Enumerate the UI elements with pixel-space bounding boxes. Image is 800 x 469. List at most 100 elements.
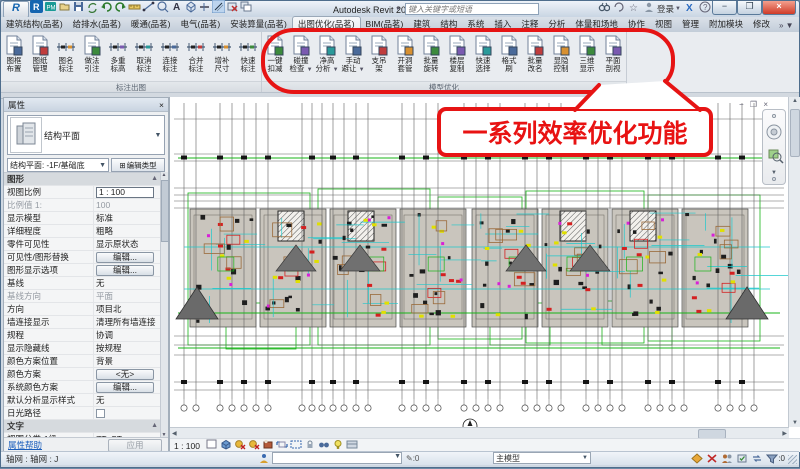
ribbon-button-取消标注[interactable]: 取消标注 [131,32,157,81]
ribbon-button-支吊架[interactable]: 支吊架 [366,32,392,81]
undo-icon[interactable] [100,0,113,13]
show-crop-icon[interactable] [290,439,302,450]
signin-label[interactable]: 登录 [657,3,674,15]
unlocked-icon[interactable] [304,439,316,450]
exchange-apps-icon[interactable]: X [684,0,696,18]
redo-icon[interactable] [114,0,127,13]
tab-10[interactable]: 系统 [462,17,489,32]
design-option-combo[interactable]: 主模型 ▼ [493,452,591,464]
tab-6[interactable]: 出图优化(品茗) [292,16,361,32]
resize-grip[interactable] [788,455,797,464]
swap-icon[interactable] [751,453,763,464]
tab-5[interactable]: 安装算量(品茗) [225,17,292,32]
workset-combo[interactable]: ▼ [272,452,402,464]
maximize-button[interactable]: ❐ [737,1,762,15]
edit-type-button[interactable]: ⊞ 编辑类型 [111,158,165,172]
ribbon-button-做法引注[interactable]: 做法引注 [79,32,105,81]
infocenter-flyout-icon[interactable]: ▸ [397,4,401,12]
property-value[interactable]: 显示原状态 [93,238,161,250]
ribbon-button-图名标注[interactable]: 图名标注 [53,32,79,81]
section-icon[interactable] [198,0,211,13]
ribbon-button-开洞套管[interactable]: 开洞套管 [392,32,418,81]
render-icon[interactable] [262,439,274,450]
ribbon-button-格式刷[interactable]: 格式刷 [496,32,522,81]
tab-1[interactable]: 建筑结构(品茗) [1,17,68,32]
crop-view-icon[interactable] [276,439,288,450]
tag-icon[interactable] [156,0,169,13]
editable-only-icon[interactable]: ✎:0 [406,454,419,463]
property-value[interactable]: 100 [93,199,161,211]
chevron-down-icon[interactable]: ▼ [152,132,164,139]
minimize-button[interactable]: − [712,1,737,15]
ribbon-button-连接标注[interactable]: 连接标注 [157,32,183,81]
property-value[interactable]: 无 [93,394,161,406]
text-icon[interactable]: A [170,0,183,13]
ribbon-button-图纸管理[interactable]: 图纸管理 [27,32,53,81]
open-icon[interactable] [58,0,71,13]
signin-person-icon[interactable] [643,0,655,18]
ribbon-button-三维显示[interactable]: 三维显示 [574,32,600,81]
ribbon-button-批量旋转[interactable]: 批量旋转 [418,32,444,81]
properties-scrollbar[interactable]: ▲▼ [160,172,168,438]
ribbon-button-快速选择[interactable]: 快速选择 [470,32,496,81]
property-value-button[interactable]: 编辑... [96,265,154,276]
tab-18[interactable]: 附加模块 [704,17,748,32]
filter-icon[interactable] [766,453,778,464]
crop-size-icon[interactable] [206,439,218,450]
property-value[interactable]: 粗略 [93,225,161,237]
favorites-star-icon[interactable]: ☆ [628,0,640,18]
measure-icon[interactable] [128,0,141,13]
property-value[interactable]: 无 [93,277,161,289]
ribbon-button-一键扣减[interactable]: 一键扣减 [262,32,288,81]
property-value[interactable]: 背景 [93,355,161,367]
pinming-menu-icon[interactable]: PM [44,0,57,13]
tab-9[interactable]: 结构 [435,17,462,32]
instance-selector-combo[interactable]: 结构平面: -1F/基础底 ▼ [7,158,109,172]
property-value-input[interactable]: 1 : 100 [96,187,154,198]
property-value-button[interactable]: 编辑... [96,252,154,263]
application-menu-button[interactable]: R [3,1,29,18]
ribbon-button-显隐控制[interactable]: 显隐控制 [548,32,574,81]
sync-icon[interactable] [86,0,99,13]
ribbon-button-平面剖视[interactable]: 平面剖视 [600,32,626,81]
ribbon-button-批量改名[interactable]: 批量改名 [522,32,548,81]
reveal-hidden-icon[interactable] [332,439,344,450]
revit-logo-icon[interactable]: R [30,0,43,13]
tab-14[interactable]: 体量和场地 [570,17,623,32]
tab-13[interactable]: 分析 [543,17,570,32]
property-value[interactable]: 按规程 [93,342,161,354]
property-value[interactable]: 平面 [93,290,161,302]
ribbon-button-图框布置[interactable]: 图框布置 [1,32,27,81]
property-checkbox[interactable] [96,409,105,418]
active-option-icon[interactable] [691,453,703,464]
ribbon-button-碰撞检查[interactable]: 碰撞检查 ▼ [288,32,314,81]
chevron-down-icon[interactable]: ▼ [675,6,681,12]
sun-path-icon[interactable] [234,439,246,450]
tab-19[interactable]: 修改 [748,17,775,32]
close-button[interactable]: × [762,1,796,15]
visual-style-icon[interactable] [220,439,232,450]
tab-overflow-icon[interactable]: » ▼ [779,21,794,32]
property-value-button[interactable]: 编辑... [96,382,154,393]
tab-12[interactable]: 注释 [516,17,543,32]
property-value-button[interactable]: <无> [96,369,154,380]
worksets-icon[interactable] [259,453,270,464]
ribbon-button-合并标注[interactable]: 合并标注 [183,32,209,81]
close-hidden-windows-icon[interactable] [226,0,239,13]
tab-16[interactable]: 视图 [650,17,677,32]
tab-8[interactable]: 建筑 [408,17,435,32]
save-icon[interactable] [72,0,85,13]
ribbon-button-楼层复制[interactable]: 楼层复制 [444,32,470,81]
switch-windows-icon[interactable] [240,0,253,13]
property-value[interactable]: 清理所有墙连接 [93,316,161,328]
tab-11[interactable]: 插入 [489,17,516,32]
tab-17[interactable]: 管理 [677,17,704,32]
subscription-icon[interactable] [613,0,625,18]
property-value[interactable]: 项目北 [93,303,161,315]
search-binoculars-icon[interactable] [598,0,610,18]
exclude-option-icon[interactable] [706,453,718,464]
view-window-controls[interactable]: − ❐ × [739,100,770,109]
property-value[interactable]: 协调 [93,329,161,341]
tab-3[interactable]: 暖通(品茗) [126,17,176,32]
temporary-hide-icon[interactable] [318,439,330,450]
